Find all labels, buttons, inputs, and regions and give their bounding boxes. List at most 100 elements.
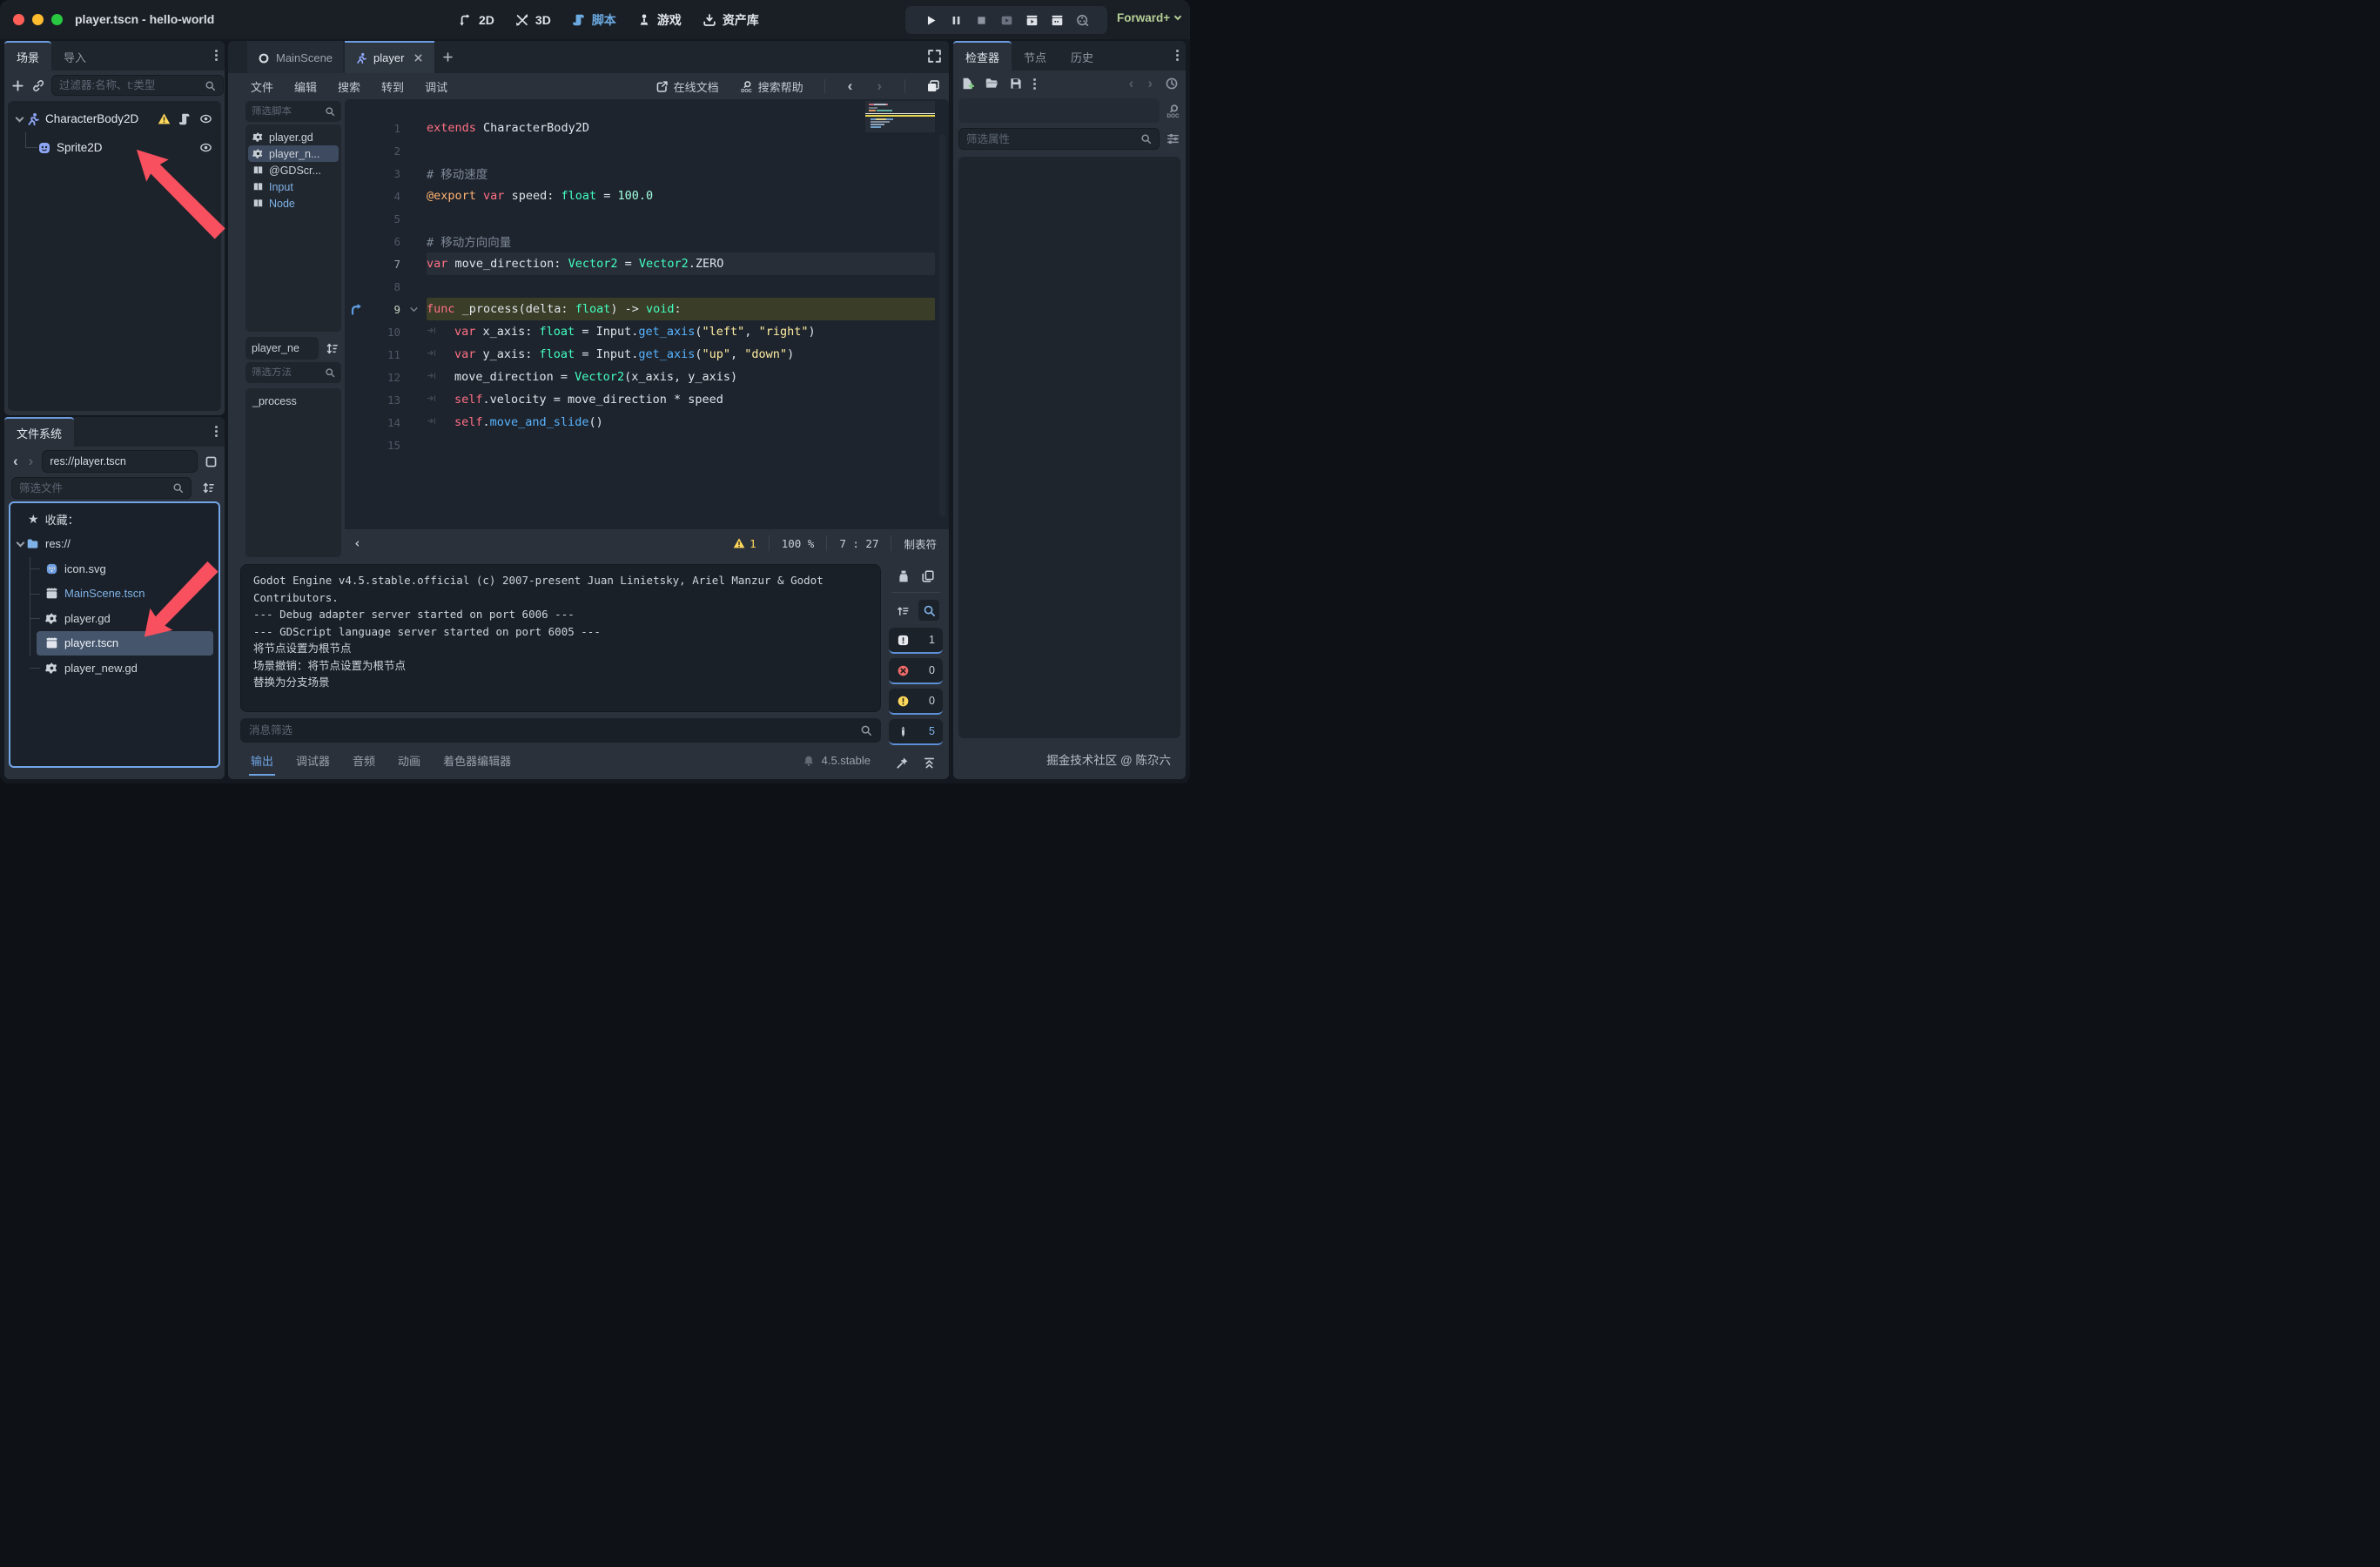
script-forward-button[interactable]: › xyxy=(875,77,884,95)
output-log[interactable]: Godot Engine v4.5.stable.official (c) 20… xyxy=(240,564,881,712)
line-number[interactable]: 3 xyxy=(373,167,400,180)
filter-errors-badge[interactable]: 0 xyxy=(889,658,943,684)
code-line-10[interactable]: 10 var x_axis: float = Input.get_axis("le… xyxy=(345,320,949,343)
line-number[interactable]: 14 xyxy=(373,416,400,429)
line-number[interactable]: 7 xyxy=(373,258,400,271)
fs-back-button[interactable]: ‹ xyxy=(11,453,20,470)
code-line-4[interactable]: 4@export var speed: float = 100.0 xyxy=(345,185,949,207)
pause-button[interactable] xyxy=(950,14,963,27)
open-docs-icon[interactable]: DOC xyxy=(1166,104,1180,118)
file-row-icon-svg[interactable]: icon.svg xyxy=(10,556,219,582)
line-number[interactable]: 10 xyxy=(373,326,400,339)
gutter[interactable]: 13 xyxy=(345,393,427,407)
code-line-12[interactable]: 12 move_direction = Vector2(x_axis, y_axi… xyxy=(345,366,949,388)
line-number[interactable]: 1 xyxy=(373,122,400,135)
code-line-9[interactable]: 9func _process(delta: float) -> void: xyxy=(345,298,949,320)
gutter[interactable]: 2 xyxy=(345,144,427,158)
line-number[interactable]: 2 xyxy=(373,145,400,158)
workspace-tab-script[interactable]: 脚本 xyxy=(572,11,616,29)
code-line-14[interactable]: 14 self.move_and_slide() xyxy=(345,411,949,434)
code-text[interactable]: func _process(delta: float) -> void: xyxy=(427,298,935,320)
gutter[interactable]: 9 xyxy=(345,302,427,316)
inspector-back-button[interactable]: ‹ xyxy=(1127,75,1136,92)
script-item-node-doc[interactable]: Node xyxy=(248,195,339,212)
gutter[interactable]: 10 xyxy=(345,325,427,339)
code-line-8[interactable]: 8 xyxy=(345,275,949,298)
visibility-icon[interactable] xyxy=(199,141,212,154)
property-tools-icon[interactable] xyxy=(1166,131,1180,146)
code-line-1[interactable]: 1extends CharacterBody2D xyxy=(345,117,949,139)
line-number[interactable]: 13 xyxy=(373,393,400,407)
fs-sort-button[interactable] xyxy=(198,479,218,498)
bottom-tab-shader-editor[interactable]: 着色器编辑器 xyxy=(443,752,511,769)
line-number[interactable]: 15 xyxy=(373,439,400,452)
code-editor[interactable]: 1extends CharacterBody2D23# 移动速度4@export… xyxy=(345,99,949,557)
load-resource-icon[interactable] xyxy=(985,77,998,91)
workspace-tab-game[interactable]: 游戏 xyxy=(637,11,682,29)
scene-tab-player[interactable]: player xyxy=(345,41,434,73)
pin-panel-icon[interactable] xyxy=(896,757,909,770)
movie-mode-button[interactable] xyxy=(1000,14,1013,27)
inspector-menu-icon[interactable] xyxy=(1176,50,1179,52)
tab-node[interactable]: 节点 xyxy=(1012,41,1059,71)
inspector-filter-input[interactable] xyxy=(966,133,1135,145)
bottom-tab-animation[interactable]: 动画 xyxy=(398,752,420,769)
output-search-button[interactable] xyxy=(918,600,939,621)
code-text[interactable]: var y_axis: float = Input.get_axis("up",… xyxy=(427,343,935,366)
gutter[interactable]: 7 xyxy=(345,257,427,271)
bottom-tab-output[interactable]: 输出 xyxy=(251,752,273,769)
toggle-scripts-panel-button[interactable]: ‹ xyxy=(353,535,361,551)
code-text[interactable]: var x_axis: float = Input.get_axis("left… xyxy=(427,320,935,343)
close-window-button[interactable] xyxy=(13,14,24,25)
scene-filter-input[interactable] xyxy=(59,79,199,91)
gutter[interactable]: 4 xyxy=(345,189,427,203)
filter-warnings-badge[interactable]: 0 xyxy=(889,689,943,715)
visibility-icon[interactable] xyxy=(199,112,212,125)
search-help-button[interactable]: DOC 搜索帮助 xyxy=(740,78,803,95)
line-number[interactable]: 4 xyxy=(373,190,400,203)
new-scene-tab-button[interactable] xyxy=(436,41,459,73)
bottom-tab-audio[interactable]: 音频 xyxy=(353,752,375,769)
fs-filter-input[interactable] xyxy=(19,482,167,494)
script-item-input-doc[interactable]: Input xyxy=(248,178,339,195)
tab-filesystem[interactable]: 文件系统 xyxy=(4,417,74,447)
code-text[interactable]: self.move_and_slide() xyxy=(427,411,935,434)
line-number[interactable]: 8 xyxy=(373,280,400,293)
fs-split-mode-button[interactable] xyxy=(205,452,218,471)
workspace-tab-3d[interactable]: 3D xyxy=(515,13,551,27)
fold-region-icon[interactable] xyxy=(400,305,427,314)
fs-root-row[interactable]: res:// xyxy=(10,532,219,557)
file-row-mainscene[interactable]: MainScene.tscn xyxy=(10,582,219,607)
attached-script-icon[interactable] xyxy=(178,112,192,125)
menu-search[interactable]: 搜索 xyxy=(338,78,360,95)
method-sort-button[interactable] xyxy=(322,339,341,358)
warning-icon[interactable] xyxy=(158,112,171,125)
gutter[interactable]: 8 xyxy=(345,279,427,293)
collapse-chevron-icon[interactable] xyxy=(17,539,25,548)
code-text[interactable]: var move_direction: Vector2 = Vector2.ZE… xyxy=(427,252,935,275)
scripts-filter-input[interactable] xyxy=(252,106,321,117)
notification-bell-icon[interactable] xyxy=(803,755,815,767)
close-tab-icon[interactable] xyxy=(413,52,424,64)
minimize-window-button[interactable] xyxy=(32,14,44,25)
script-back-button[interactable]: ‹ xyxy=(846,77,855,95)
code-line-15[interactable]: 15 xyxy=(345,434,949,456)
methods-filter-input[interactable] xyxy=(252,367,321,378)
code-text[interactable]: move_direction = Vector2(x_axis, y_axis) xyxy=(427,366,935,388)
play-button[interactable] xyxy=(924,14,938,27)
resource-options-icon[interactable] xyxy=(1033,78,1036,81)
clear-output-icon[interactable] xyxy=(897,569,911,583)
make-floating-icon[interactable] xyxy=(926,79,940,93)
add-node-button[interactable] xyxy=(11,76,24,95)
vertical-scrollbar[interactable] xyxy=(939,134,945,517)
file-row-player-tscn-selected[interactable]: player.tscn xyxy=(37,631,213,656)
gutter[interactable]: 12 xyxy=(345,370,427,384)
expand-panel-icon[interactable] xyxy=(923,757,936,770)
distraction-free-icon[interactable] xyxy=(927,49,942,64)
new-resource-icon[interactable] xyxy=(960,77,974,91)
collapse-chevron-icon[interactable] xyxy=(16,114,24,123)
line-number[interactable]: 12 xyxy=(373,371,400,384)
code-text[interactable] xyxy=(427,139,935,162)
menu-goto[interactable]: 转到 xyxy=(381,78,404,95)
gutter[interactable]: 15 xyxy=(345,438,427,452)
